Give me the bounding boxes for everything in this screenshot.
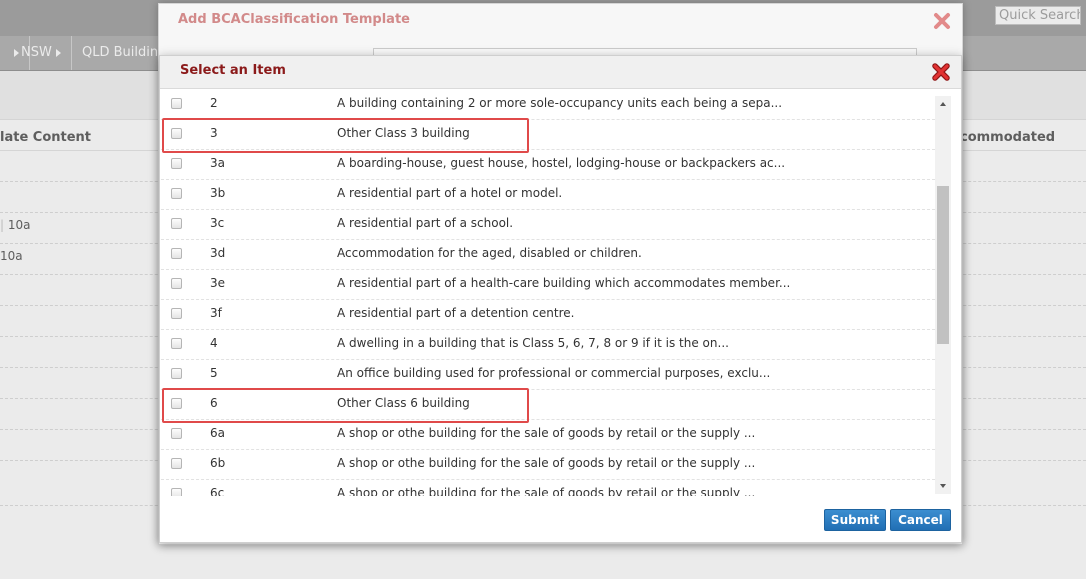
submit-button[interactable]: Submit — [824, 509, 886, 531]
item-checkbox[interactable] — [171, 158, 182, 169]
item-checkbox[interactable] — [171, 248, 182, 259]
item-checkbox[interactable] — [171, 428, 182, 439]
item-checkbox[interactable] — [171, 338, 182, 349]
item-description: A shop or othe building for the sale of … — [337, 426, 756, 440]
item-code: 4 — [210, 336, 218, 350]
add-template-dialog-title: Add BCAClassification Template — [178, 12, 410, 27]
item-checkbox[interactable] — [171, 398, 182, 409]
close-icon[interactable] — [933, 12, 951, 30]
item-checkbox[interactable] — [171, 488, 182, 496]
item-code: 3f — [210, 306, 222, 320]
list-item[interactable]: 3a A boarding-house, guest house, hostel,… — [161, 149, 935, 180]
item-code: 6 — [210, 396, 218, 410]
item-code: 3c — [210, 216, 225, 230]
dialog-header: Select an Item — [160, 56, 961, 89]
item-code: 2 — [210, 96, 218, 110]
item-description: A residential part of a detention centre… — [337, 306, 575, 320]
item-code: 6c — [210, 486, 225, 496]
list-item[interactable]: 3e A residential part of a health-care bu… — [161, 269, 935, 300]
item-code: 3a — [210, 156, 225, 170]
item-description: A residential part of a health-care buil… — [337, 276, 791, 290]
list-item[interactable]: 6 Other Class 6 building — [161, 389, 935, 420]
item-code: 3d — [210, 246, 226, 260]
item-code: 5 — [210, 366, 218, 380]
item-checkbox[interactable] — [171, 458, 182, 469]
item-description: A residential part of a hotel or model. — [337, 186, 563, 200]
item-description: A dwelling in a building that is Class 5… — [337, 336, 729, 350]
list-item[interactable]: 5 An office building used for professiona… — [161, 359, 935, 390]
item-checkbox[interactable] — [171, 98, 182, 109]
item-checkbox[interactable] — [171, 278, 182, 289]
item-description: Accommodation for the aged, disabled or … — [337, 246, 642, 260]
list-item[interactable]: 3b A residential part of a hotel or model… — [161, 179, 935, 210]
item-description: A boarding-house, guest house, hostel, l… — [337, 156, 786, 170]
item-code: 6a — [210, 426, 225, 440]
item-checkbox[interactable] — [171, 188, 182, 199]
cancel-button[interactable]: Cancel — [890, 509, 951, 531]
item-description: Other Class 3 building — [337, 126, 470, 140]
scroll-up-arrow-icon[interactable] — [935, 96, 951, 112]
list-item[interactable]: 3 Other Class 3 building — [161, 119, 935, 150]
list-item[interactable]: 6c A shop or othe building for the sale o… — [161, 479, 935, 496]
close-icon[interactable] — [931, 62, 951, 82]
scrollbar-thumb[interactable] — [937, 186, 949, 344]
item-description: A residential part of a school. — [337, 216, 514, 230]
item-code: 3 — [210, 126, 218, 140]
list-scrollbar[interactable] — [935, 96, 951, 494]
item-checkbox[interactable] — [171, 218, 182, 229]
item-checkbox[interactable] — [171, 368, 182, 379]
item-code: 3b — [210, 186, 226, 200]
list-item[interactable]: 3c A residential part of a school. — [161, 209, 935, 240]
item-code: 3e — [210, 276, 226, 290]
list-item[interactable]: 6b A shop or othe building for the sale o… — [161, 449, 935, 480]
item-description: A shop or othe building for the sale of … — [337, 456, 756, 470]
item-description: A shop or othe building for the sale of … — [337, 486, 756, 496]
item-checkbox[interactable] — [171, 128, 182, 139]
item-description: An office building used for professional… — [337, 366, 771, 380]
list-item[interactable]: 3d Accommodation for the aged, disabled o… — [161, 239, 935, 270]
select-item-dialog: Select an Item 2 A building containing 2 … — [159, 55, 962, 543]
list-item[interactable]: 4 A dwelling in a building that is Class … — [161, 329, 935, 360]
list-item[interactable]: 6a A shop or othe building for the sale o… — [161, 419, 935, 450]
item-code: 6b — [210, 456, 226, 470]
scroll-down-arrow-icon[interactable] — [935, 478, 951, 494]
list-item[interactable]: 3f A residential part of a detention cent… — [161, 299, 935, 330]
item-description: A building containing 2 or more sole-occ… — [337, 96, 783, 110]
list-item[interactable]: 2 A building containing 2 or more sole-oc… — [161, 89, 935, 120]
item-checkbox[interactable] — [171, 308, 182, 319]
item-list: 2 A building containing 2 or more sole-oc… — [161, 89, 935, 496]
dialog-title: Select an Item — [180, 63, 286, 78]
item-description: Other Class 6 building — [337, 396, 470, 410]
